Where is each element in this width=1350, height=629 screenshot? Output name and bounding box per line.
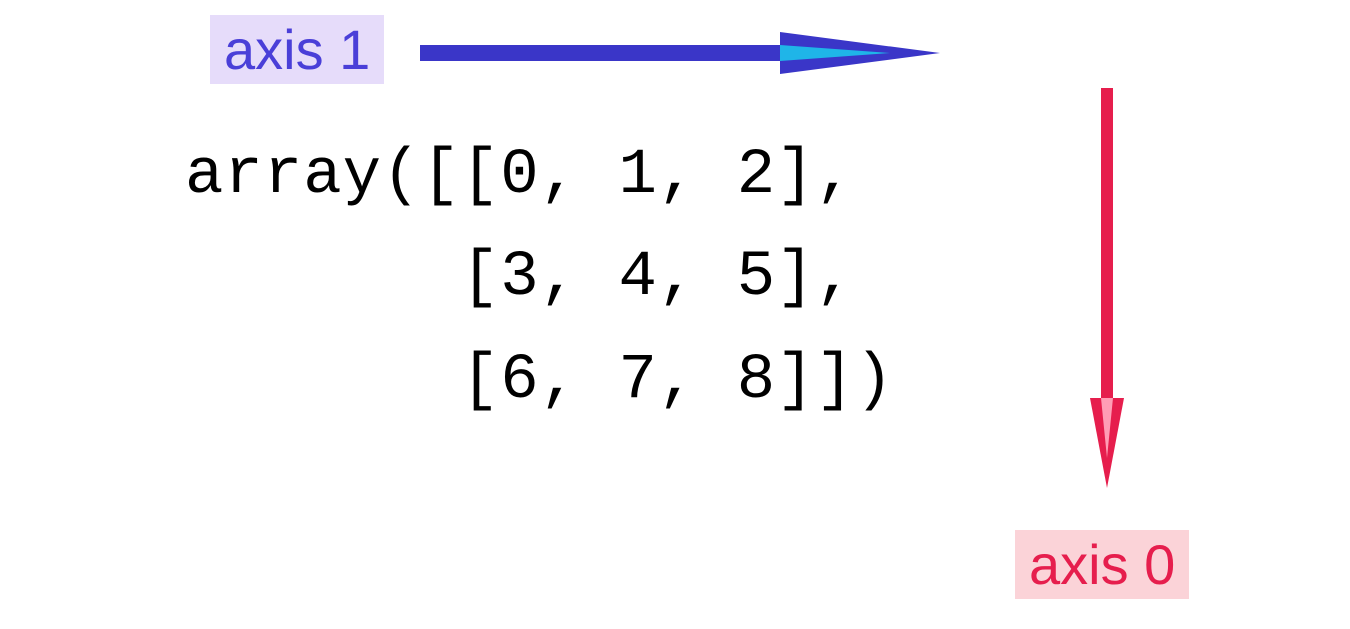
- axis0-arrow-icon: [1082, 88, 1132, 488]
- array-code-block: array([[0, 1, 2], [3, 4, 5], [6, 7, 8]]): [185, 125, 894, 432]
- axis0-label: axis 0: [1015, 530, 1189, 599]
- axis1-label: axis 1: [210, 15, 384, 84]
- axis1-arrow-icon: [420, 28, 940, 78]
